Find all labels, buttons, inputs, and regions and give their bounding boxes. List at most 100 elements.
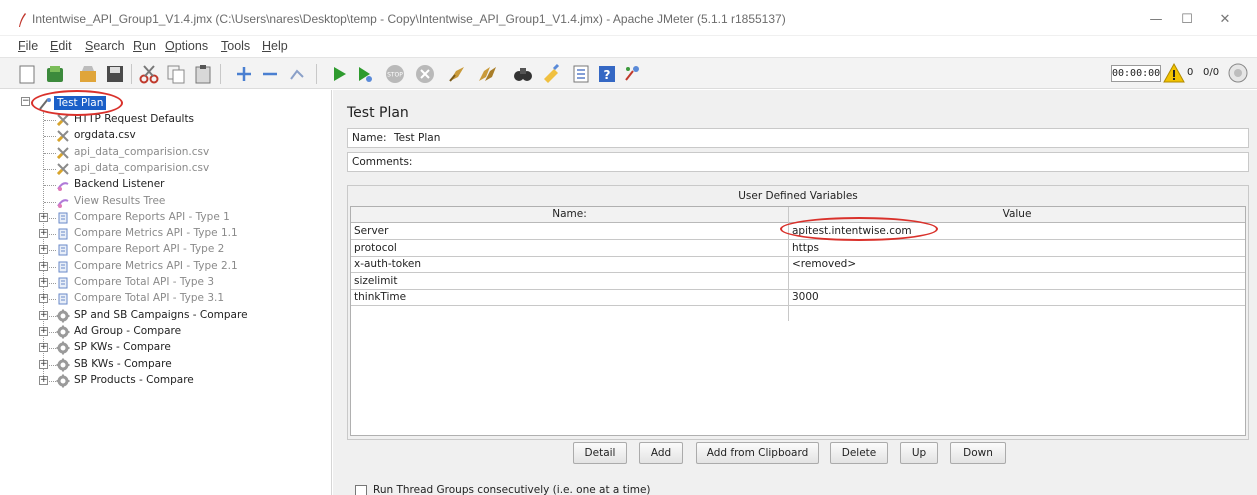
new-icon[interactable]	[16, 63, 38, 85]
menu-search[interactable]: Search	[85, 39, 125, 53]
close-button[interactable]: ✕	[1202, 8, 1248, 32]
variable-name-cell[interactable]: protocol	[351, 240, 788, 257]
menu-help[interactable]: Help	[262, 39, 288, 53]
tree-item[interactable]: + Compare Report API - Type 2	[0, 242, 330, 257]
copy-icon[interactable]	[165, 63, 187, 85]
start-icon[interactable]	[328, 63, 350, 85]
collapse-icon[interactable]	[259, 63, 281, 85]
column-header-name[interactable]: Name:	[351, 207, 788, 223]
variable-name-cell[interactable]: Server	[351, 223, 788, 240]
listener-icon	[57, 182, 69, 191]
add-button[interactable]: Add	[639, 442, 683, 464]
tree-expand-toggle[interactable]: +	[39, 343, 48, 352]
tree-item[interactable]: api_data_comparision.csv	[0, 145, 330, 160]
detail-button[interactable]: Detail	[573, 442, 627, 464]
variable-name-cell[interactable]: sizelimit	[351, 273, 788, 290]
root-collapse-toggle[interactable]: −	[21, 97, 30, 106]
tree-item[interactable]: api_data_comparision.csv	[0, 161, 330, 176]
templates-icon[interactable]	[44, 63, 66, 85]
config-icon	[56, 147, 69, 160]
comments-input[interactable]	[410, 154, 1246, 170]
tree-item[interactable]: + SP KWs - Compare	[0, 340, 330, 355]
tree-item-label: SP Products - Compare	[74, 374, 194, 386]
tree-item[interactable]: Backend Listener	[0, 177, 330, 192]
tree-item[interactable]: + Ad Group - Compare	[0, 324, 330, 339]
save-icon[interactable]	[104, 63, 126, 85]
tree-item[interactable]: + SP and SB Campaigns - Compare	[0, 308, 330, 323]
tree-expand-toggle[interactable]: +	[39, 294, 48, 303]
test-plan-icon	[39, 98, 51, 110]
variable-value-cell[interactable]: https	[789, 240, 1245, 257]
variable-value-cell[interactable]: <removed>	[789, 256, 1245, 274]
controller-icon	[58, 212, 68, 224]
tree-root-label: Test Plan	[57, 97, 104, 109]
run-consecutively-label: Run Thread Groups consecutively (i.e. on…	[373, 484, 651, 495]
tree-item[interactable]: + SP Products - Compare	[0, 373, 330, 388]
toolbar-separator	[220, 64, 221, 84]
tree-expand-toggle[interactable]: +	[39, 327, 48, 336]
paste-icon[interactable]	[192, 63, 214, 85]
menu-run[interactable]: Run	[133, 39, 156, 53]
function-helper-icon[interactable]	[570, 63, 592, 85]
test-plan-panel: Test Plan Name: Test Plan Comments: User…	[333, 90, 1257, 495]
expand-icon[interactable]	[233, 63, 255, 85]
tree-expand-toggle[interactable]: +	[39, 278, 48, 287]
warning-icon[interactable]	[1163, 62, 1185, 84]
toggle-icon[interactable]	[286, 63, 308, 85]
tree-expand-toggle[interactable]: +	[39, 376, 48, 385]
run-consecutively-checkbox[interactable]	[355, 485, 367, 495]
tree-item[interactable]: + Compare Metrics API - Type 2.1	[0, 259, 330, 274]
menu-edit[interactable]: Edit	[50, 39, 72, 53]
clear-all-icon[interactable]	[476, 63, 498, 85]
tree-root-test-plan[interactable]: Test Plan	[54, 96, 107, 110]
tree-guide	[44, 185, 56, 186]
tree-expand-toggle[interactable]: +	[39, 229, 48, 238]
menu-tools[interactable]: Tools	[221, 39, 250, 53]
title-bar: Intentwise_API_Group1_V1.4.jmx (C:\Users…	[0, 0, 1257, 36]
start-no-pause-icon[interactable]	[354, 63, 376, 85]
up-button[interactable]: Up	[900, 442, 938, 464]
column-header-value[interactable]: Value	[788, 207, 1245, 223]
tree-item[interactable]: + Compare Total API - Type 3.1	[0, 291, 330, 306]
tree-item-label: HTTP Request Defaults	[74, 113, 195, 125]
clear-icon[interactable]	[446, 63, 468, 85]
comments-field-row: Comments:	[347, 152, 1249, 172]
tree-expand-toggle[interactable]: +	[39, 262, 48, 271]
tree-item-label: Compare Total API - Type 3.1	[74, 292, 225, 304]
tree-item[interactable]: orgdata.csv	[0, 128, 330, 143]
toolbar-separator	[316, 64, 317, 84]
shutdown-icon[interactable]	[414, 63, 436, 85]
status-indicator-icon	[1228, 63, 1248, 83]
variable-name-cell[interactable]: thinkTime	[351, 289, 788, 307]
menu-file[interactable]: File	[18, 39, 38, 53]
name-input[interactable]: Test Plan	[390, 130, 1246, 146]
menu-options[interactable]: Options	[165, 39, 208, 53]
stop-icon[interactable]: STOP	[384, 63, 406, 85]
tree-item[interactable]: View Results Tree	[0, 194, 330, 209]
reset-search-icon[interactable]	[540, 63, 562, 85]
tree-item[interactable]: + Compare Total API - Type 3	[0, 275, 330, 290]
tree-expand-toggle[interactable]: +	[39, 213, 48, 222]
tree-item[interactable]: + Compare Metrics API - Type 1.1	[0, 226, 330, 241]
remote-icon[interactable]	[621, 63, 643, 85]
delete-button[interactable]: Delete	[830, 442, 888, 464]
tree-expand-toggle[interactable]: +	[39, 245, 48, 254]
add-from-clipboard-button[interactable]: Add from Clipboard	[696, 442, 819, 464]
variable-value-cell[interactable]	[789, 273, 1245, 290]
name-field-row: Name: Test Plan	[347, 128, 1249, 148]
down-button[interactable]: Down	[950, 442, 1006, 464]
help-icon[interactable]: ?	[596, 63, 618, 85]
cut-icon[interactable]	[138, 63, 160, 85]
open-icon[interactable]	[77, 63, 99, 85]
search-icon[interactable]	[512, 63, 534, 85]
tree-item[interactable]: + Compare Reports API - Type 1	[0, 210, 330, 225]
tree-item[interactable]: HTTP Request Defaults	[0, 112, 330, 127]
tree-expand-toggle[interactable]: +	[39, 311, 48, 320]
variable-name-cell[interactable]: x-auth-token	[351, 256, 788, 274]
tree-expand-toggle[interactable]: +	[39, 360, 48, 369]
variable-value-cell[interactable]: apitest.intentwise.com	[789, 223, 1245, 240]
variable-value-cell[interactable]: 3000	[789, 289, 1245, 307]
tree-item[interactable]: + SB KWs - Compare	[0, 357, 330, 372]
tree-item-label: Compare Report API - Type 2	[74, 243, 225, 255]
column-divider	[788, 207, 789, 321]
